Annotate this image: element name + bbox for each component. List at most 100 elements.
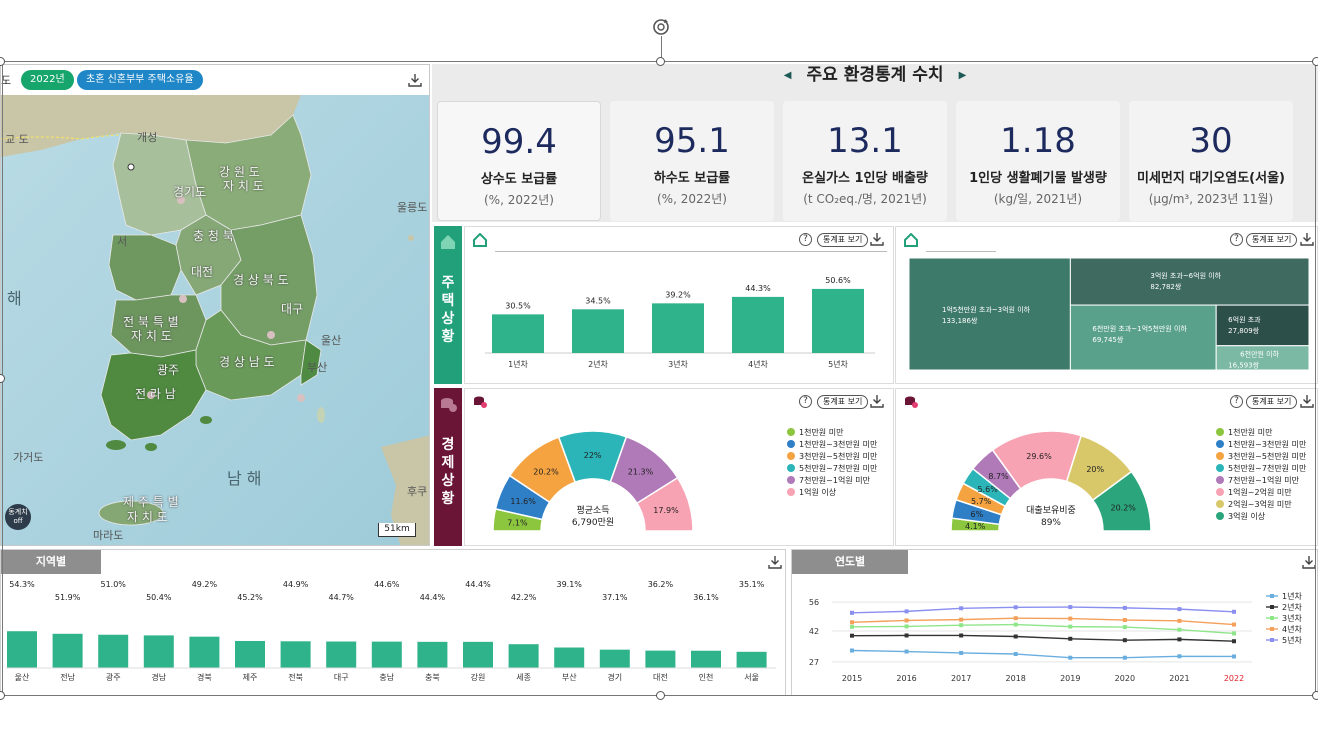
tick-label: 울산 [15,672,30,682]
rotate-icon[interactable] [650,16,672,38]
map-label-hae: 해 [7,289,22,308]
legend-item[interactable]: 3억원 이상 [1216,511,1306,523]
y-tick-label: 27 [809,658,819,667]
bar [463,641,493,668]
help-icon[interactable]: ? [799,395,812,408]
korea-map[interactable]: 개성 강 원 도 자 치 도 경기도 충 청 북 대전 경 상 북 도 대구 전… [1,95,429,545]
economy-section-tag: 경제상황 [434,388,462,546]
legend-item[interactable]: 3천만원~5천만원 미만 [787,451,877,463]
stat-card[interactable]: 1.18 1인당 생활폐기물 발생량 (kg/일, 2021년) [956,101,1120,221]
stat-unit: (kg/일, 2021년) [993,192,1083,206]
legend-item[interactable]: 7천만원~1억원 미만 [1216,475,1306,487]
legend-label: 1년차 [1282,591,1302,601]
data-label: 44.4% [465,580,491,589]
tick-label: 세종 [516,673,531,682]
tick-label: 서울 [744,673,759,682]
treemap-label: 6억원 초과 [1228,315,1261,324]
legend-item[interactable]: 3천만원~5천만원 미만 [1216,451,1306,463]
legend-item[interactable]: 1천만원~3천만원 미만 [787,439,877,451]
legend-item[interactable]: 1천만원~3천만원 미만 [1216,439,1306,451]
data-point [1177,627,1182,632]
help-icon[interactable]: ? [1230,233,1243,246]
year-pill[interactable]: 2022년 [21,70,74,90]
data-label: 8.7% [988,472,1009,481]
data-point [1068,624,1073,629]
legend-item[interactable]: 1천만원 미만 [787,427,877,439]
resize-handle-bottom-right[interactable] [1312,691,1318,700]
tick-label: 4년차 [748,359,768,369]
legend-swatch [1216,476,1224,484]
legend-item[interactable]: 5천만원~7천만원 미만 [787,463,877,475]
legend-marker [1270,627,1274,631]
stat-card[interactable]: 95.1 하수도 보급률 (%, 2022년) [610,101,774,221]
stat-name: 하수도 보급률 [653,171,731,186]
treemap-cell [909,258,1071,370]
legend-label: 1억원~2억원 미만 [1228,488,1292,497]
download-icon[interactable] [1299,231,1315,247]
map-label-huku: 후쿠 [407,485,428,498]
download-icon[interactable] [407,72,423,88]
bar [7,631,37,668]
download-icon[interactable] [1299,393,1315,409]
stats-table-button[interactable]: 통계표 보기 [817,233,869,247]
regional-chart-panel: 지역별 54.3% 울산 51.9% 전남 51.0% 광주 50.4% 경남 49.2% 경북 4… [0,549,786,696]
data-label: 29.6% [1026,452,1052,461]
download-icon[interactable] [767,554,783,570]
stat-card[interactable]: 99.4 상수도 보급률 (%, 2022년) [437,101,601,221]
map-label-guyodo: 교 도 [5,133,29,146]
resize-handle-top-right[interactable] [1312,57,1318,66]
tick-label: 광주 [106,672,121,682]
tab-regional[interactable]: 지역별 [1,550,101,574]
legend-item[interactable]: 2억원~3억원 미만 [1216,499,1306,511]
stat-toggle-button[interactable]: 동계치 off [5,504,31,530]
stat-name: 온실가스 1인당 배출량 [802,171,928,186]
data-label: 4.1% [965,522,986,531]
treemap-cell [1069,258,1309,306]
resize-handle-top[interactable] [656,57,665,66]
stat-card[interactable]: 13.1 온실가스 1인당 배출량 (t CO₂eq./명, 2021년) [783,101,947,221]
legend-swatch [787,464,795,472]
tick-label: 2년차 [588,359,608,369]
income-half-donut: 7.1% 11.6% 20.2% 22% 21.3% 17.9% 평균소득6,790만원 [492,430,694,532]
tick-label: 경기 [607,672,622,682]
prev-arrow-icon[interactable]: ◀ [784,70,792,81]
map-label-daejeon: 대전 [191,265,214,279]
loan-legend: 1천만원 미만 1천만원~3천만원 미만 3천만원~5천만원 미만 5천만원~7천만원… [1216,427,1306,523]
next-arrow-icon[interactable]: ▶ [959,70,967,81]
stat-card[interactable]: 30 미세먼지 대기오염도(서울) (μg/m³, 2023년 11월) [1129,101,1293,221]
download-icon[interactable] [869,231,885,247]
map-label-ulleungdo: 울릉도 [397,201,428,214]
y-tick-label: 42 [809,627,819,636]
map-label-kaesong: 개성 [137,131,158,144]
data-label: 44.7% [328,593,354,602]
tab-yearly[interactable]: 연도별 [792,550,908,574]
center-value: 6,790만원 [572,517,614,528]
legend-item[interactable]: 1억원~2억원 미만 [1216,487,1306,499]
topic-pill[interactable]: 초혼 신혼부부 주택소유율 [77,70,203,90]
help-icon[interactable]: ? [799,233,812,246]
tick-label: 부산 [562,672,577,682]
legend-item[interactable]: 5천만원~7천만원 미만 [1216,463,1306,475]
treemap-label: 3억원 초과~6억원 이하 [1150,271,1221,280]
bar [326,641,357,668]
x-tick-label: 2017 [951,674,971,683]
stats-table-button[interactable]: 통계표 보기 [1246,395,1298,409]
resize-handle-bottom-left[interactable] [0,691,5,700]
legend-item[interactable]: 7천만원~1억원 미만 [787,475,877,487]
legend-item[interactable]: 1천만원 미만 [1216,427,1306,439]
bar [371,641,402,668]
legend-swatch [1216,512,1224,520]
panel-divider [926,251,996,252]
help-icon[interactable]: ? [1230,395,1243,408]
stats-table-button[interactable]: 통계표 보기 [1246,233,1298,247]
housing-treemap-panel: ? 통계표 보기 1억5천만원 초과~3억원 이하 133,186쌍 3억원 초과~… [895,226,1318,384]
data-label: 44.9% [283,580,309,589]
download-icon[interactable] [1301,554,1317,570]
legend-item[interactable]: 1억원 이상 [787,487,877,499]
resize-handle-bottom[interactable] [656,691,665,700]
download-icon[interactable] [869,393,885,409]
data-point [1177,618,1182,623]
data-point [959,623,964,628]
stats-table-button[interactable]: 통계표 보기 [817,395,869,409]
coins-icon [441,398,457,412]
